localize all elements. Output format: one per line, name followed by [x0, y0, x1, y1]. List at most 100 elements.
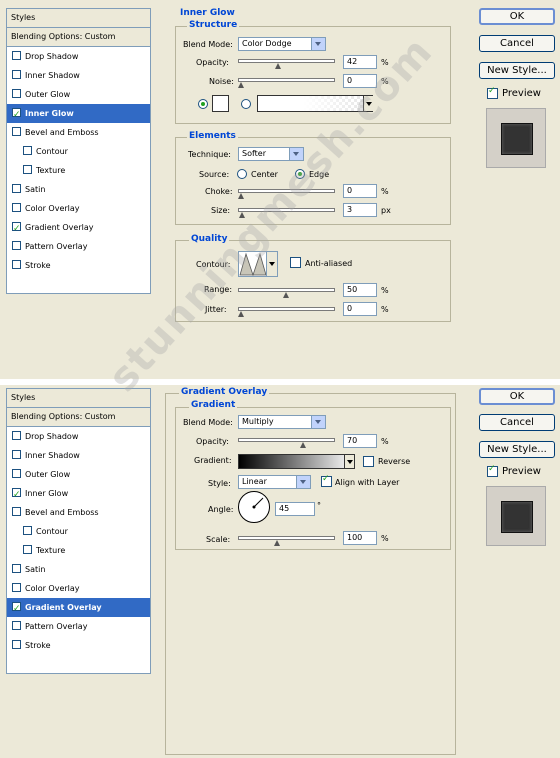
style-checkbox[interactable] [12, 507, 21, 516]
style-item[interactable]: Texture [7, 541, 150, 560]
reverse-checkbox[interactable] [363, 456, 374, 467]
scale-input[interactable]: 100 [343, 531, 377, 545]
style-item[interactable]: Color Overlay [7, 579, 150, 598]
style-checkbox[interactable] [12, 241, 21, 250]
styles-header[interactable]: Styles [7, 389, 150, 408]
scale-slider[interactable] [238, 536, 335, 546]
style-item[interactable]: Texture [7, 161, 150, 180]
cancel-button[interactable]: Cancel [479, 35, 555, 52]
angle-dial[interactable] [238, 491, 270, 523]
style-checkbox[interactable] [23, 545, 32, 554]
style-item[interactable]: Inner Glow [7, 104, 150, 125]
contour-picker[interactable] [238, 251, 278, 277]
opacity-input[interactable]: 42 [343, 55, 377, 69]
style-item[interactable]: Stroke [7, 636, 150, 655]
ok-button[interactable]: OK [479, 388, 555, 405]
style-checkbox[interactable] [12, 70, 21, 79]
opacity-slider[interactable] [238, 59, 335, 69]
source-edge-radio[interactable] [295, 169, 305, 179]
blend-mode-select[interactable]: Multiply [238, 415, 326, 429]
style-checkbox[interactable] [12, 450, 21, 459]
style-item[interactable]: Pattern Overlay [7, 617, 150, 636]
style-item[interactable]: Gradient Overlay [7, 218, 150, 239]
style-checkbox[interactable] [12, 106, 21, 125]
range-input[interactable]: 50 [343, 283, 377, 297]
size-input[interactable]: 3 [343, 203, 377, 217]
new-style-button[interactable]: New Style... [479, 62, 555, 79]
style-checkbox[interactable] [23, 146, 32, 155]
style-checkbox[interactable] [12, 621, 21, 630]
noise-input[interactable]: 0 [343, 74, 377, 88]
jitter-slider[interactable] [238, 307, 335, 317]
style-select[interactable]: Linear [238, 475, 311, 489]
style-checkbox[interactable] [12, 564, 21, 573]
preview-checkbox[interactable] [487, 86, 498, 99]
style-item[interactable]: Satin [7, 560, 150, 579]
cancel-button[interactable]: Cancel [479, 414, 555, 431]
opacity-slider-thumb[interactable] [275, 63, 282, 70]
gradient-dropdown-arrow[interactable] [363, 96, 373, 111]
style-item[interactable]: Outer Glow [7, 465, 150, 484]
choke-input[interactable]: 0 [343, 184, 377, 198]
range-slider[interactable] [238, 288, 335, 298]
size-slider[interactable] [238, 208, 335, 218]
style-item[interactable]: Contour [7, 522, 150, 541]
opacity-slider[interactable] [238, 438, 335, 448]
align-with-layer-checkbox[interactable] [321, 474, 332, 487]
preview-checkbox[interactable] [487, 464, 498, 477]
style-item[interactable]: Bevel and Emboss [7, 503, 150, 522]
style-item[interactable]: Inner Shadow [7, 66, 150, 85]
gradient-dropdown-arrow[interactable] [344, 455, 354, 468]
style-checkbox[interactable] [12, 469, 21, 478]
glow-gradient-picker[interactable] [257, 95, 373, 112]
style-checkbox[interactable] [12, 486, 21, 505]
noise-slider-thumb[interactable] [238, 82, 245, 89]
style-item[interactable]: Drop Shadow [7, 47, 150, 66]
choke-slider-thumb[interactable] [238, 193, 245, 200]
style-checkbox[interactable] [23, 165, 32, 174]
style-item[interactable]: Inner Shadow [7, 446, 150, 465]
style-checkbox[interactable] [12, 640, 21, 649]
style-checkbox[interactable] [12, 220, 21, 239]
style-checkbox[interactable] [12, 431, 21, 440]
gradient-radio[interactable] [241, 99, 251, 109]
style-item[interactable]: Bevel and Emboss [7, 123, 150, 142]
style-item[interactable]: Gradient Overlay [7, 598, 150, 619]
scale-slider-thumb[interactable] [273, 540, 281, 547]
technique-select[interactable]: Softer [238, 147, 304, 161]
source-center-radio[interactable] [237, 169, 247, 179]
style-item[interactable]: Satin [7, 180, 150, 199]
style-checkbox[interactable] [12, 89, 21, 98]
anti-aliased-checkbox[interactable] [290, 257, 301, 268]
blend-mode-select[interactable]: Color Dodge [238, 37, 326, 51]
blending-options-item[interactable]: Blending Options: Custom [7, 28, 150, 47]
opacity-input[interactable]: 70 [343, 434, 377, 448]
style-item[interactable]: Outer Glow [7, 85, 150, 104]
style-item[interactable]: Inner Glow [7, 484, 150, 505]
style-item[interactable]: Pattern Overlay [7, 237, 150, 256]
style-item[interactable]: Stroke [7, 256, 150, 275]
choke-slider[interactable] [238, 189, 335, 199]
blending-options-item[interactable]: Blending Options: Custom [7, 408, 150, 427]
style-checkbox[interactable] [12, 260, 21, 269]
style-checkbox[interactable] [12, 583, 21, 592]
new-style-button[interactable]: New Style... [479, 441, 555, 458]
style-checkbox[interactable] [23, 526, 32, 535]
size-slider-thumb[interactable] [238, 212, 246, 219]
style-checkbox[interactable] [12, 600, 21, 619]
style-item[interactable]: Drop Shadow [7, 427, 150, 446]
jitter-input[interactable]: 0 [343, 302, 377, 316]
styles-header[interactable]: Styles [7, 9, 150, 28]
solid-color-radio[interactable] [198, 99, 208, 109]
angle-input[interactable]: 45 [275, 502, 315, 516]
gradient-picker[interactable] [238, 454, 355, 469]
contour-dropdown-arrow[interactable] [266, 252, 277, 276]
style-checkbox[interactable] [12, 184, 21, 193]
noise-slider[interactable] [238, 78, 335, 88]
jitter-slider-thumb[interactable] [238, 311, 245, 318]
style-item[interactable]: Color Overlay [7, 199, 150, 218]
style-checkbox[interactable] [12, 127, 21, 136]
style-checkbox[interactable] [12, 51, 21, 60]
style-item[interactable]: Contour [7, 142, 150, 161]
ok-button[interactable]: OK [479, 8, 555, 25]
